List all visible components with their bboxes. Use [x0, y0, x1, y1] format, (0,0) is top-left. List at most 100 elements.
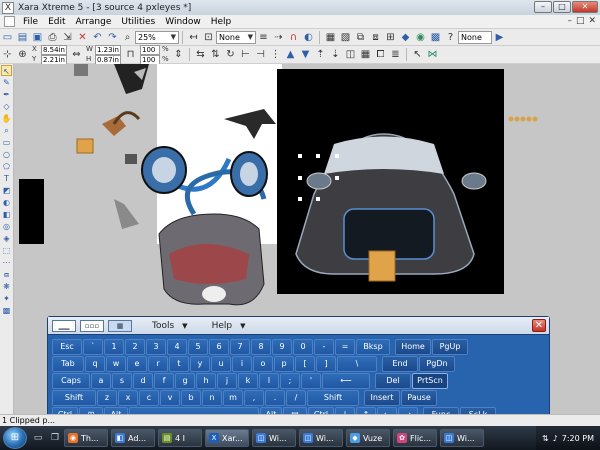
key-7[interactable]: 7: [230, 339, 250, 355]
osk-layout-block-button[interactable]: ▫▫▫: [80, 319, 104, 332]
shadow-tool-icon[interactable]: ◧: [1, 209, 12, 220]
transparency-icon[interactable]: ◐: [302, 31, 315, 44]
key-symbol[interactable]: ,: [244, 390, 264, 406]
key-shift[interactable]: Shift: [307, 390, 359, 406]
key-esc[interactable]: Esc: [52, 339, 82, 355]
push-tool-icon[interactable]: ✋: [1, 113, 12, 124]
zoom-tool-icon[interactable]: ⌕: [1, 125, 12, 136]
key-0[interactable]: 0: [293, 339, 313, 355]
convert-to-bitmap-icon[interactable]: ▦: [359, 48, 372, 61]
selection-bounds-icon[interactable]: ⊹: [1, 48, 14, 61]
shape-editor-tool-icon[interactable]: ◇: [1, 101, 12, 112]
doc-restore-button[interactable]: □: [576, 16, 585, 26]
menu-utilities[interactable]: Utilities: [116, 17, 160, 27]
print-icon[interactable]: ⎙: [46, 31, 59, 44]
key-r[interactable]: r: [148, 356, 168, 372]
previous-zoom-icon[interactable]: ↤: [187, 31, 200, 44]
osk-layout-full-button[interactable]: ▦: [108, 319, 132, 332]
distorted-grille[interactable]: [202, 286, 226, 302]
bead[interactable]: [520, 116, 526, 122]
artwork-fragment[interactable]: [224, 109, 276, 139]
taskbar-button[interactable]: ◫ Wi...: [252, 429, 296, 447]
taskbar-button[interactable]: ◫ Wi...: [440, 429, 484, 447]
line-width-icon[interactable]: ≡: [257, 31, 270, 44]
key-home[interactable]: Home: [395, 339, 431, 355]
maximize-button[interactable]: □: [553, 1, 571, 13]
show-desktop-icon[interactable]: ▭: [32, 432, 44, 444]
key-pause[interactable]: Pause: [401, 390, 437, 406]
scale-width-field[interactable]: 100: [140, 44, 160, 55]
align-left-icon[interactable]: ⊢: [239, 48, 252, 61]
car-headlight[interactable]: [306, 172, 332, 190]
key-prtscn[interactable]: PrtScn: [412, 373, 448, 389]
lock-aspect-icon[interactable]: ⇔: [70, 48, 83, 61]
to-front-icon[interactable]: ▲: [284, 48, 297, 61]
rectangle-tool-icon[interactable]: ▭: [1, 137, 12, 148]
taskbar-button[interactable]: ◫ Wi...: [299, 429, 343, 447]
key-2[interactable]: 2: [125, 339, 145, 355]
artwork-fragment[interactable]: [102, 116, 126, 136]
fill-tool-icon[interactable]: ◩: [1, 185, 12, 196]
key-symbol[interactable]: \: [337, 356, 377, 372]
import-icon[interactable]: ⇲: [61, 31, 74, 44]
redo-icon[interactable]: ↷: [106, 31, 119, 44]
scale-height-field[interactable]: 100: [140, 54, 160, 65]
taskbar-button[interactable]: ◆ Vuze: [346, 429, 390, 447]
text-tool-icon[interactable]: T: [1, 173, 12, 184]
key-a[interactable]: a: [91, 373, 111, 389]
bevel-tool-icon[interactable]: ◈: [1, 233, 12, 244]
preview-icon[interactable]: ◉: [414, 31, 427, 44]
selection-handle[interactable]: [298, 176, 302, 180]
y-field[interactable]: 2.21in: [41, 54, 67, 65]
fan-object[interactable]: [114, 199, 139, 229]
object-names-icon[interactable]: ≣: [389, 48, 402, 61]
key-b[interactable]: b: [181, 390, 201, 406]
freehand-tool-icon[interactable]: ✎: [1, 77, 12, 88]
key-symbol[interactable]: /: [286, 390, 306, 406]
bead[interactable]: [514, 116, 520, 122]
key-k[interactable]: k: [238, 373, 258, 389]
dice-object[interactable]: [368, 250, 396, 282]
key-s[interactable]: s: [112, 373, 132, 389]
feather-tool-icon[interactable]: ❋: [1, 281, 12, 292]
key-6[interactable]: 6: [209, 339, 229, 355]
key-symbol[interactable]: -: [314, 339, 334, 355]
key-symbol[interactable]: [: [295, 356, 315, 372]
key-z[interactable]: z: [97, 390, 117, 406]
key-pgup[interactable]: PgUp: [432, 339, 468, 355]
key-symbol[interactable]: ]: [316, 356, 336, 372]
key-h[interactable]: h: [196, 373, 216, 389]
key-symbol[interactable]: ;: [280, 373, 300, 389]
rotation-centre-icon[interactable]: ⊕: [16, 48, 29, 61]
key-m[interactable]: m: [223, 390, 243, 406]
key-3[interactable]: 3: [146, 339, 166, 355]
key-g[interactable]: g: [175, 373, 195, 389]
key-tab[interactable]: Tab: [52, 356, 84, 372]
osk-layout-standard-button[interactable]: ▁▁: [52, 319, 76, 332]
dice-object[interactable]: [76, 138, 94, 154]
delete-icon[interactable]: ✕: [76, 31, 89, 44]
distribute-icon[interactable]: ⋮: [269, 48, 282, 61]
key-l[interactable]: l: [259, 373, 279, 389]
photo-tools-icon[interactable]: ▩: [429, 31, 442, 44]
selection-handle[interactable]: [298, 154, 302, 158]
magnet-icon[interactable]: ∩: [287, 31, 300, 44]
blend-tool-icon[interactable]: ⋯: [1, 257, 12, 268]
osk-header[interactable]: ▁▁ ▫▫▫ ▦ Tools ▼ Help ▼ ✕: [48, 317, 549, 335]
key-u[interactable]: u: [211, 356, 231, 372]
osk-close-button[interactable]: ✕: [532, 319, 546, 332]
key-p[interactable]: p: [274, 356, 294, 372]
key-end[interactable]: End: [382, 356, 418, 372]
bead[interactable]: [508, 116, 514, 122]
striped-ball[interactable]: [152, 157, 176, 183]
bead[interactable]: [532, 116, 538, 122]
align-icon[interactable]: ⊞: [384, 31, 397, 44]
menu-help[interactable]: Help: [206, 17, 237, 27]
network-icon[interactable]: ⇅: [542, 434, 549, 443]
feather-combo[interactable]: None: [458, 30, 492, 44]
key-v[interactable]: v: [160, 390, 180, 406]
move-forward-icon[interactable]: ⇡: [314, 48, 327, 61]
transparency-tool-icon[interactable]: ◐: [1, 197, 12, 208]
key-y[interactable]: y: [190, 356, 210, 372]
document-icon[interactable]: [4, 16, 15, 27]
